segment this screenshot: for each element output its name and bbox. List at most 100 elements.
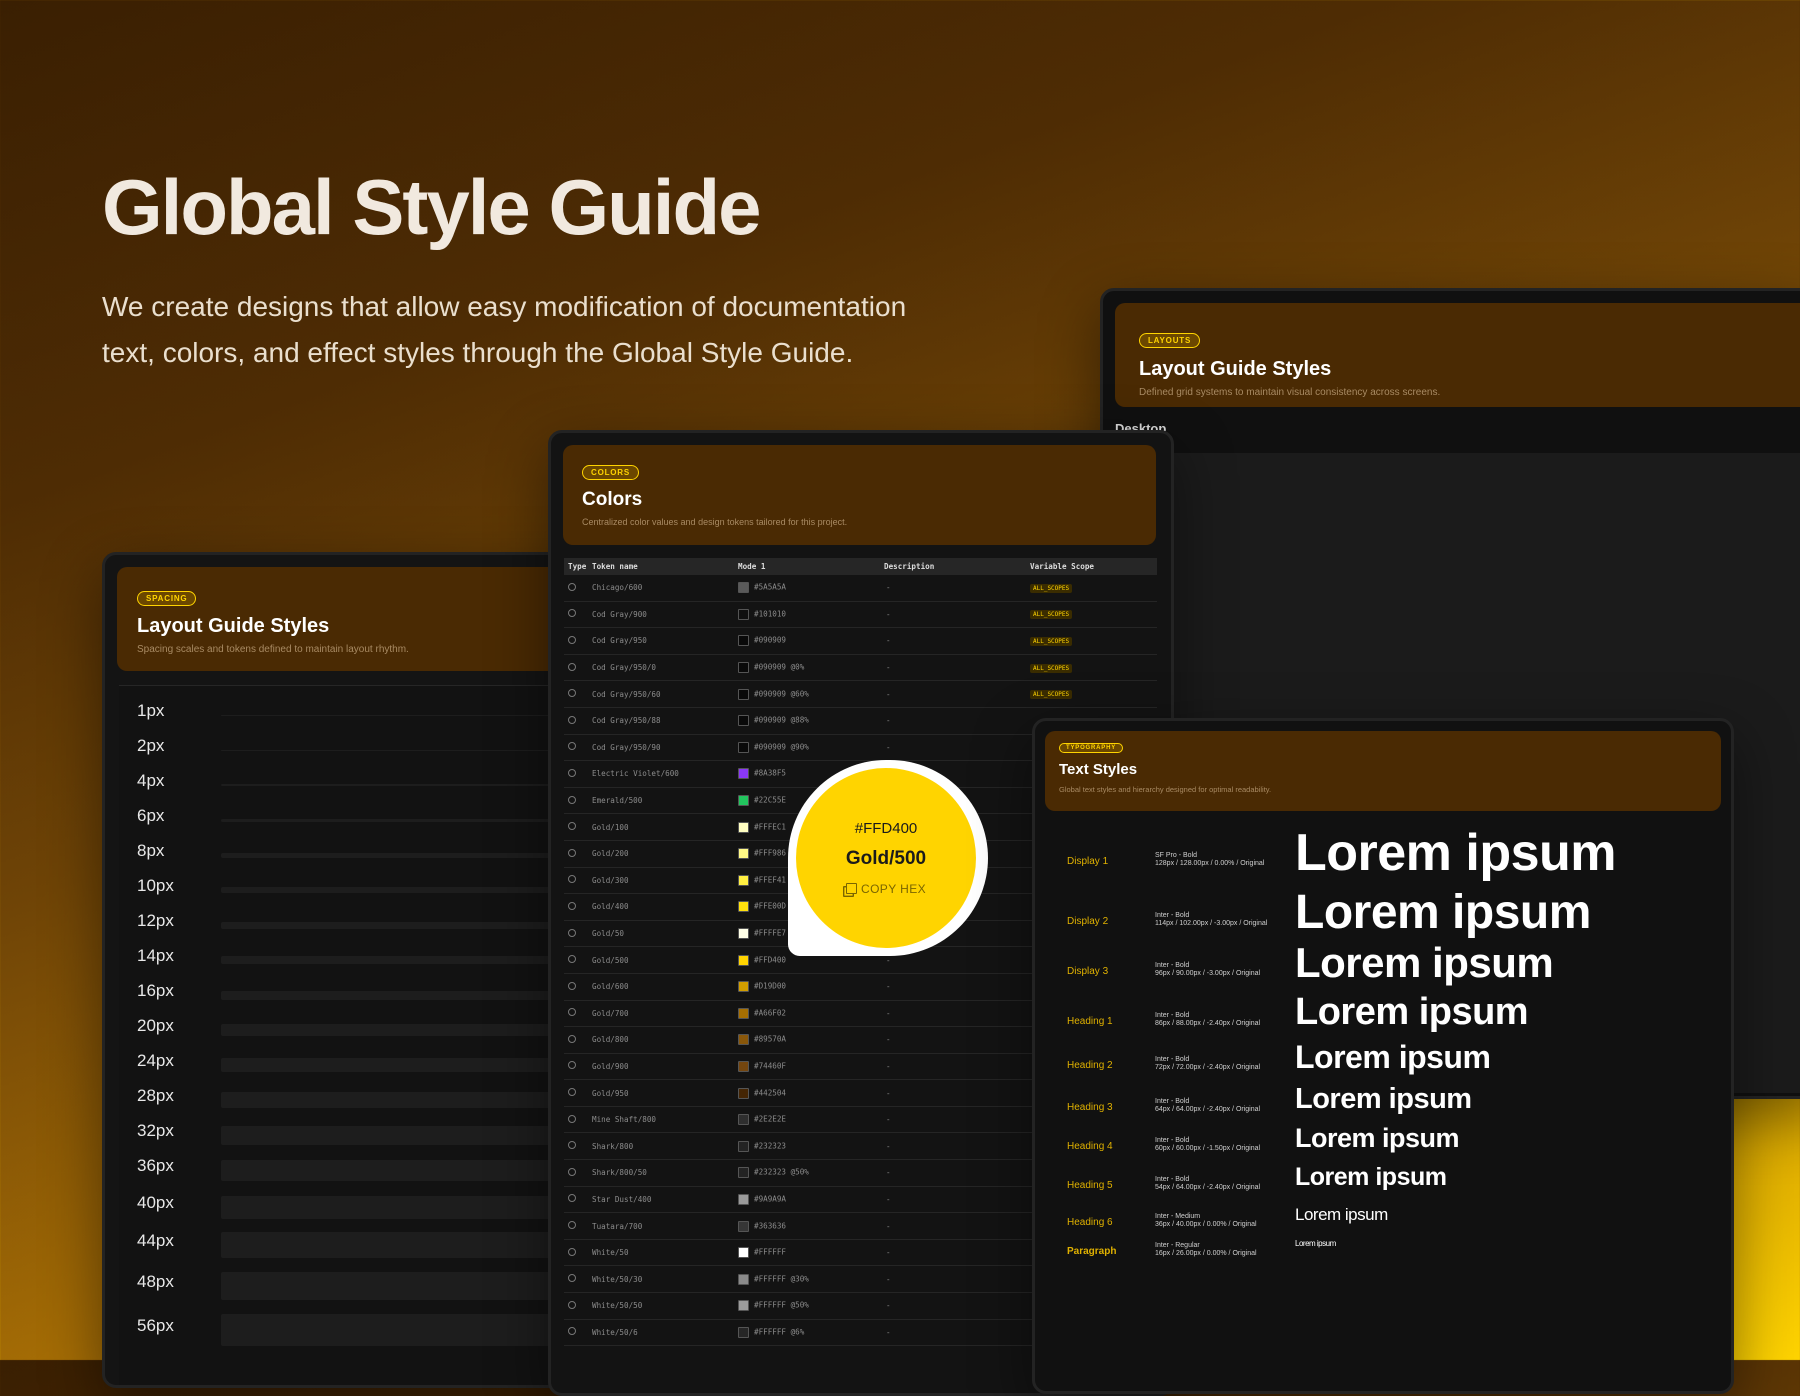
token-name-cell: Gold/200 bbox=[588, 840, 734, 868]
color-swatch bbox=[738, 901, 749, 913]
spacing-label: 32px bbox=[137, 1121, 174, 1140]
type-cell bbox=[564, 1265, 588, 1294]
token-name-cell: Gold/800 bbox=[588, 1026, 734, 1054]
color-swatch bbox=[738, 608, 749, 620]
color-variable-icon bbox=[568, 848, 576, 857]
token-name-cell: Gold/900 bbox=[588, 1053, 734, 1081]
token-name-cell: White/50/6 bbox=[588, 1319, 734, 1347]
color-variable-icon bbox=[568, 1274, 576, 1283]
font-family-weight: Inter - Bold bbox=[1155, 911, 1190, 919]
spacing-label: 14px bbox=[137, 946, 174, 965]
font-family-weight: Inter - Bold bbox=[1155, 1056, 1190, 1064]
hex-value: #89570A bbox=[754, 1034, 787, 1044]
table-row[interactable]: Chicago/600 #5A5A5A - ALL_SCOPES bbox=[564, 575, 1157, 602]
description-cell: - bbox=[880, 1212, 1026, 1240]
column-type: Type bbox=[564, 558, 588, 575]
color-swatch bbox=[738, 1326, 749, 1338]
color-variable-icon bbox=[568, 662, 576, 671]
text-style-name: Heading 2 bbox=[1067, 1060, 1113, 1072]
font-metrics: 64px / 64.00px / -2.40px / Original bbox=[1155, 1106, 1261, 1114]
colors-panel-header: COLORS Colors Centralized color values a… bbox=[563, 445, 1156, 545]
font-metrics: 128px / 128.00px / 0.00% / Original bbox=[1155, 860, 1265, 868]
token-name-cell: Gold/600 bbox=[588, 973, 734, 1001]
mode-value-cell: #232323 bbox=[734, 1132, 880, 1161]
hex-value: #D19D00 bbox=[754, 981, 787, 991]
table-row[interactable]: Cod Gray/950 #090909 - ALL_SCOPES bbox=[564, 627, 1157, 655]
description-cell: - bbox=[880, 601, 1026, 629]
color-swatch bbox=[738, 715, 749, 727]
spacing-label: 2px bbox=[137, 736, 165, 755]
color-swatch bbox=[738, 635, 749, 647]
token-name-cell: Gold/100 bbox=[588, 813, 734, 841]
description-cell: - bbox=[880, 1239, 1026, 1267]
color-variable-icon bbox=[568, 1141, 576, 1150]
colors-description: Centralized color values and design toke… bbox=[582, 517, 848, 527]
color-swatch bbox=[738, 1300, 749, 1312]
description-cell: - bbox=[880, 1053, 1026, 1081]
token-name-cell: Gold/300 bbox=[588, 867, 734, 895]
hex-value: #A66F02 bbox=[754, 1008, 787, 1018]
spacing-label: 44px bbox=[137, 1231, 174, 1250]
description-cell: - bbox=[880, 973, 1026, 1001]
font-metrics: 114px / 102.00px / -3.00px / Original bbox=[1155, 919, 1268, 927]
description-cell: - bbox=[880, 1106, 1026, 1134]
color-swatch bbox=[738, 582, 749, 594]
text-style-spec: Inter - Bold 64px / 64.00px / -2.40px / O… bbox=[1155, 1098, 1285, 1114]
spacing-panel-header: SPACING Layout Guide Styles Spacing scal… bbox=[117, 567, 605, 671]
token-name-cell: White/50/50 bbox=[588, 1292, 734, 1320]
mode-value-cell: #090909 @90% bbox=[734, 734, 880, 762]
mode-value-cell: #89570A bbox=[734, 1026, 880, 1054]
table-row[interactable]: Cod Gray/950/0 #090909 @0% - ALL_SCOPES bbox=[564, 654, 1157, 682]
text-style-sample: Lorem ipsum bbox=[1295, 1239, 1336, 1248]
color-variable-icon bbox=[568, 1034, 576, 1043]
description-cell: - bbox=[880, 1026, 1026, 1054]
mode-value-cell: #9A9A9A bbox=[734, 1186, 880, 1214]
text-style-spec: Inter - Bold 86px / 88.00px / -2.40px / O… bbox=[1155, 1012, 1285, 1028]
table-row[interactable]: Cod Gray/950/60 #090909 @60% - ALL_SCOPES bbox=[564, 680, 1157, 708]
mode-value-cell: #5A5A5A bbox=[734, 575, 880, 602]
token-name-cell: Gold/950 bbox=[588, 1079, 734, 1107]
color-swatch bbox=[738, 795, 749, 807]
token-name-cell: Cod Gray/950/60 bbox=[588, 680, 734, 708]
description-cell: - bbox=[880, 627, 1026, 655]
table-row[interactable]: Cod Gray/900 #101010 - ALL_SCOPES bbox=[564, 601, 1157, 629]
hex-value: #FFFFFF @6% bbox=[754, 1327, 805, 1337]
layouts-panel-header: LAYOUTS Layout Guide Styles Defined grid… bbox=[1115, 303, 1800, 407]
mode-value-cell: #101010 bbox=[734, 601, 880, 629]
hex-value: #22C55E bbox=[754, 795, 787, 805]
text-style-sample: Lorem ipsum bbox=[1295, 991, 1529, 1033]
copy-hex-button[interactable]: COPY HEX bbox=[796, 882, 976, 896]
description-cell: - bbox=[880, 1159, 1026, 1187]
token-name-cell: Cod Gray/950 bbox=[588, 627, 734, 655]
text-style-spec: Inter - Medium 36px / 40.00px / 0.00% / O… bbox=[1155, 1213, 1285, 1229]
copy-icon bbox=[846, 883, 857, 894]
color-swatch bbox=[738, 1220, 749, 1232]
scope-badge: ALL_SCOPES bbox=[1030, 663, 1073, 673]
hex-value: #9A9A9A bbox=[754, 1194, 787, 1204]
text-style-spec: Inter - Bold 60px / 60.00px / -1.50px / O… bbox=[1155, 1137, 1285, 1153]
copy-hex-label: COPY HEX bbox=[861, 882, 926, 896]
font-family-weight: Inter - Regular bbox=[1155, 1241, 1200, 1249]
font-family-weight: Inter - Medium bbox=[1155, 1213, 1201, 1221]
description-cell: - bbox=[880, 1319, 1026, 1347]
type-cell bbox=[564, 1053, 588, 1081]
spacing-label: 6px bbox=[137, 806, 165, 825]
font-metrics: 60px / 60.00px / -1.50px / Original bbox=[1155, 1145, 1261, 1153]
text-style-name: Heading 6 bbox=[1067, 1217, 1113, 1229]
color-variable-icon bbox=[568, 1088, 576, 1097]
layouts-badge: LAYOUTS bbox=[1139, 333, 1201, 348]
font-family-weight: Inter - Bold bbox=[1155, 1011, 1190, 1019]
spacing-label: 12px bbox=[137, 911, 174, 930]
hex-value: #FFFFFF @50% bbox=[754, 1300, 809, 1310]
hex-value: #FFFFFF @30% bbox=[754, 1274, 809, 1284]
description-cell: - bbox=[880, 680, 1026, 708]
mode-value-cell: #232323 @50% bbox=[734, 1159, 880, 1187]
color-preview-circle[interactable]: #FFD400 Gold/500 COPY HEX bbox=[796, 768, 976, 948]
text-style-spec: Inter - Bold 54px / 64.00px / -2.40px / O… bbox=[1155, 1176, 1285, 1192]
color-swatch bbox=[738, 1087, 749, 1099]
font-family-weight: Inter - Bold bbox=[1155, 962, 1190, 970]
type-cell bbox=[564, 813, 588, 841]
font-metrics: 54px / 64.00px / -2.40px / Original bbox=[1155, 1184, 1261, 1191]
text-style-spec: Inter - Bold 114px / 102.00px / -3.00px /… bbox=[1155, 912, 1285, 928]
spacing-label: 36px bbox=[137, 1156, 174, 1175]
